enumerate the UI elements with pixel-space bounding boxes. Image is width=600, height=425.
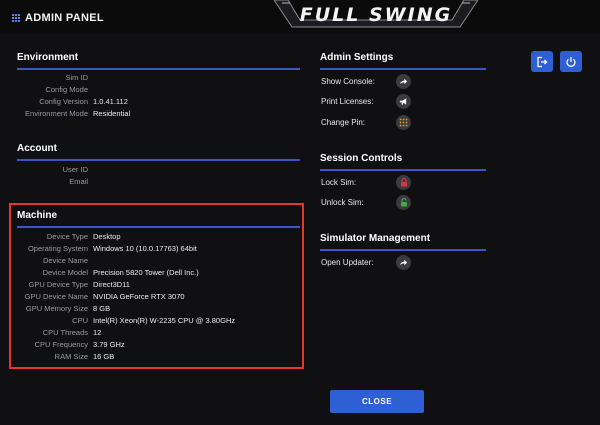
share-arrow-icon [399,259,408,266]
field-label: CPU Threads [42,328,88,337]
field-label: GPU Device Type [28,280,88,289]
account-title: Account [17,143,57,154]
close-button[interactable]: CLOSE [330,390,424,413]
lock-sim-button[interactable] [396,175,411,190]
power-button[interactable] [560,51,582,72]
keypad-icon [399,118,408,127]
lock-icon [400,178,407,187]
field-value: Windows 10 (10.0.17763) 64bit [93,244,197,253]
account-details: User ID Email [0,164,300,190]
field-value: Direct3D11 [93,280,130,289]
simulator-management-title: Simulator Management [320,233,431,244]
session-controls-title: Session Controls [320,153,403,164]
change-pin-button[interactable] [396,115,411,130]
environment-divider [17,68,300,70]
change-pin-label: Change Pin: [321,118,366,127]
simulator-management-divider [320,249,486,251]
power-icon [566,56,576,67]
admin-settings-section: Admin Settings [320,52,486,70]
field-label: Device Model [42,268,88,277]
print-licenses-button[interactable] [396,94,411,109]
account-section: Account [17,143,300,161]
admin-settings-title: Admin Settings [320,52,394,63]
field-label: Config Mode [45,85,88,94]
field-value: NVIDIA GeForce RTX 3070 [93,292,185,301]
field-value: 3.79 GHz [93,340,125,349]
open-updater-label: Open Updater: [321,258,374,267]
show-console-button[interactable] [396,74,411,89]
field-label: CPU Frequency [34,340,88,349]
field-label: User ID [62,165,88,174]
unlock-icon [400,198,407,207]
field-value: 8 GB [93,304,111,313]
megaphone-icon [399,98,407,105]
share-arrow-icon [399,78,408,85]
field-value: 1.0.41.112 [93,97,128,106]
open-updater-button[interactable] [396,255,411,270]
environment-section: Environment [17,52,300,70]
unlock-sim-button[interactable] [396,195,411,210]
environment-title: Environment [17,52,79,63]
panel-title: ADMIN PANEL [25,12,104,24]
admin-settings-divider [320,68,486,70]
header-bar: ADMIN PANEL FULL SWING [0,0,600,34]
field-label: Email [69,177,88,186]
brand-logo: FULL SWING [274,0,478,28]
field-value: 16 GB [93,352,115,361]
field-value: Desktop [93,232,121,241]
field-label: RAM Size [54,352,88,361]
machine-divider [17,226,300,228]
field-label: GPU Device Name [24,292,88,301]
field-label: CPU [72,316,88,325]
account-divider [17,159,300,161]
header-title-group: ADMIN PANEL [11,12,104,24]
field-label: Config Version [39,97,88,106]
field-value: Precision 5820 Tower (Dell Inc.) [93,268,199,277]
unlock-sim-label: Unlock Sim: [321,198,364,207]
field-label: Sim ID [65,73,89,82]
show-console-label: Show Console: [321,77,375,86]
grid-menu-icon [11,14,20,23]
logout-icon [537,56,548,67]
session-controls-section: Session Controls [320,153,486,171]
simulator-management-section: Simulator Management [320,233,486,251]
machine-details: Device Type Desktop Operating System Win… [0,231,300,367]
field-label: GPU Memory Size [25,304,88,313]
lock-sim-label: Lock Sim: [321,178,357,187]
logout-button[interactable] [531,51,553,72]
field-label: Operating System [27,244,88,253]
field-label: Environment Mode [25,109,88,118]
field-value: Residential [93,109,131,118]
field-value: Intel(R) Xeon(R) W-2235 CPU @ 3.80GHz [93,316,236,325]
print-licenses-label: Print Licenses: [321,97,374,106]
machine-title: Machine [17,210,58,221]
environment-details: Sim ID Config Mode Config Version 1.0.41… [0,72,300,122]
field-label: Device Name [42,256,88,265]
admin-panel-window: ADMIN PANEL FULL SWING Environment Sim I… [0,0,600,425]
field-value: 12 [93,328,102,337]
machine-section: Machine [17,210,300,228]
logo-wordmark: FULL SWING [299,4,453,26]
field-label: Device Type [46,232,88,241]
session-controls-divider [320,169,486,171]
